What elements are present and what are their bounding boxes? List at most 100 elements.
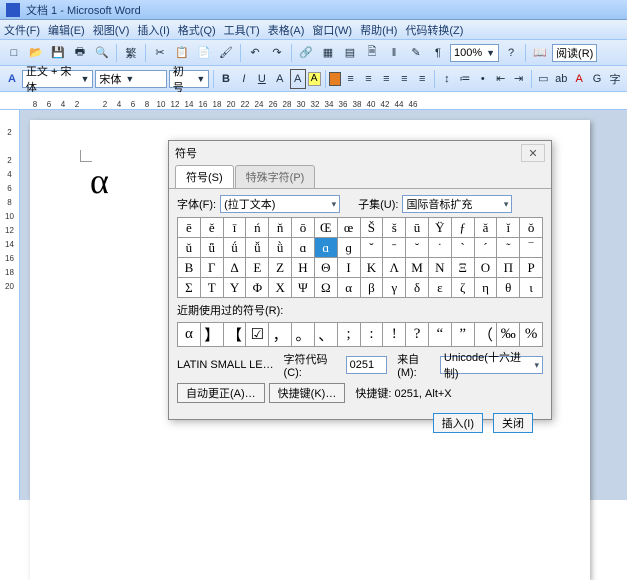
- symbol-cell[interactable]: ē: [178, 218, 201, 238]
- recent-cell[interactable]: ;: [338, 323, 361, 347]
- symbol-cell[interactable]: Σ: [178, 278, 201, 298]
- symbol-cell[interactable]: δ: [406, 278, 429, 298]
- undo-icon[interactable]: ↶: [245, 43, 265, 63]
- symbol-cell[interactable]: Κ: [361, 258, 384, 278]
- align-justify-icon[interactable]: ≡: [396, 69, 412, 89]
- font-color-icon[interactable]: A: [571, 69, 587, 89]
- save-icon[interactable]: 💾: [48, 43, 68, 63]
- insert-table-icon[interactable]: ▤: [340, 43, 360, 63]
- insert-button[interactable]: 插入(I): [433, 413, 483, 433]
- italic-btn[interactable]: I: [236, 69, 252, 89]
- close-button[interactable]: 关闭: [493, 413, 533, 433]
- menu-file[interactable]: 文件(F): [4, 22, 40, 38]
- symbol-cell[interactable]: Ζ: [269, 258, 292, 278]
- recent-cell[interactable]: ，: [269, 323, 292, 347]
- symbol-cell[interactable]: ǘ: [224, 238, 247, 258]
- table-icon[interactable]: ▦: [318, 43, 338, 63]
- symbol-cell[interactable]: ǐ: [497, 218, 520, 238]
- copy-icon[interactable]: 📋: [172, 43, 192, 63]
- recent-cell[interactable]: !: [383, 323, 406, 347]
- symbol-cell[interactable]: Ε: [246, 258, 269, 278]
- symbol-cell[interactable]: Ρ: [520, 258, 543, 278]
- menu-convert[interactable]: 代码转换(Z): [405, 22, 463, 38]
- horizontal-ruler[interactable]: 8642246810121416182022242628303234363840…: [0, 92, 627, 110]
- size-combo[interactable]: 初号▼: [169, 70, 209, 88]
- symbol-cell[interactable]: ǜ: [269, 238, 292, 258]
- symbol-cell[interactable]: ˘: [406, 238, 429, 258]
- bullets-icon[interactable]: •: [475, 69, 491, 89]
- menu-format[interactable]: 格式(Q): [178, 22, 216, 38]
- help-icon[interactable]: ?: [501, 43, 521, 63]
- symbol-cell[interactable]: ˜: [497, 238, 520, 258]
- recent-cell[interactable]: 】: [201, 323, 224, 347]
- font-combo[interactable]: 宋体▼: [95, 70, 166, 88]
- symbol-cell[interactable]: ǔ: [178, 238, 201, 258]
- line-spacing-icon[interactable]: ↕: [439, 69, 455, 89]
- recent-cell[interactable]: α: [178, 323, 201, 347]
- symbol-cell[interactable]: ε: [429, 278, 452, 298]
- symbol-cell[interactable]: ɡ: [338, 238, 361, 258]
- recent-cell[interactable]: ”: [452, 323, 475, 347]
- symbol-cell[interactable]: Τ: [201, 278, 224, 298]
- outdent-icon[interactable]: ⇤: [493, 69, 509, 89]
- symbol-cell[interactable]: ū: [406, 218, 429, 238]
- symbol-cell[interactable]: Π: [497, 258, 520, 278]
- symbol-cell[interactable]: Ο: [475, 258, 498, 278]
- symbol-cell[interactable]: Χ: [269, 278, 292, 298]
- cut-icon[interactable]: ✂: [150, 43, 170, 63]
- symbol-cell[interactable]: Ψ: [292, 278, 315, 298]
- distribute-icon[interactable]: ≡: [414, 69, 430, 89]
- symbol-cell[interactable]: Δ: [224, 258, 247, 278]
- autocorrect-button[interactable]: 自动更正(A)…: [177, 383, 265, 403]
- brush-icon[interactable]: 🖌: [216, 43, 236, 63]
- font-select[interactable]: (拉丁文本)▾: [220, 195, 340, 213]
- menu-edit[interactable]: 编辑(E): [48, 22, 85, 38]
- symbol-cell[interactable]: ‾: [520, 238, 543, 258]
- style-combo[interactable]: 正文 + 宋体▼: [22, 70, 93, 88]
- code-input[interactable]: 0251: [346, 356, 388, 374]
- symbol-cell[interactable]: Θ: [315, 258, 338, 278]
- recent-cell[interactable]: :: [361, 323, 384, 347]
- symbol-cell[interactable]: œ: [338, 218, 361, 238]
- symbol-cell[interactable]: Ÿ: [429, 218, 452, 238]
- symbol-cell[interactable]: α: [338, 278, 361, 298]
- symbol-cell[interactable]: ǎ: [475, 218, 498, 238]
- symbol-cell[interactable]: θ: [497, 278, 520, 298]
- fill-swatch[interactable]: [329, 72, 340, 86]
- close-icon[interactable]: ✕: [521, 144, 545, 162]
- menu-help[interactable]: 帮助(H): [360, 22, 397, 38]
- symbol-cell[interactable]: Ξ: [452, 258, 475, 278]
- symbol-cell[interactable]: ǒ: [520, 218, 543, 238]
- symbol-cell[interactable]: Μ: [406, 258, 429, 278]
- symbol-cell[interactable]: Œ: [315, 218, 338, 238]
- symbol-cell[interactable]: ˊ: [475, 238, 498, 258]
- menu-tools[interactable]: 工具(T): [224, 22, 260, 38]
- underline-btn[interactable]: U: [254, 69, 270, 89]
- paste-icon[interactable]: 📄: [194, 43, 214, 63]
- symbol-cell[interactable]: ɑ: [315, 238, 338, 258]
- bold-btn[interactable]: B: [218, 69, 234, 89]
- from-select[interactable]: Unicode(十六进制)▾: [440, 356, 543, 374]
- symbol-cell[interactable]: ě: [201, 218, 224, 238]
- open-icon[interactable]: 📂: [26, 43, 46, 63]
- symbol-cell[interactable]: γ: [383, 278, 406, 298]
- symbol-cell[interactable]: ζ: [452, 278, 475, 298]
- menu-window[interactable]: 窗口(W): [312, 22, 352, 38]
- symbol-cell[interactable]: ι: [520, 278, 543, 298]
- phonetic-btn[interactable]: G: [589, 69, 605, 89]
- symbol-cell[interactable]: Η: [292, 258, 315, 278]
- dialog-titlebar[interactable]: 符号 ✕: [169, 141, 551, 165]
- symbol-cell[interactable]: ɑ: [292, 238, 315, 258]
- indent-icon[interactable]: ⇥: [511, 69, 527, 89]
- menu-table[interactable]: 表格(A): [268, 22, 305, 38]
- symbol-cell[interactable]: Ν: [429, 258, 452, 278]
- recent-cell[interactable]: %: [520, 323, 543, 347]
- symbol-cell[interactable]: η: [475, 278, 498, 298]
- book-icon[interactable]: 📖: [530, 43, 550, 63]
- recent-cell[interactable]: 。: [292, 323, 315, 347]
- aa-icon[interactable]: A: [4, 69, 20, 89]
- columns-icon[interactable]: ‖: [384, 43, 404, 63]
- align-right-icon[interactable]: ≡: [378, 69, 394, 89]
- symbol-cell[interactable]: Š: [361, 218, 384, 238]
- show-hide-icon[interactable]: ¶: [428, 43, 448, 63]
